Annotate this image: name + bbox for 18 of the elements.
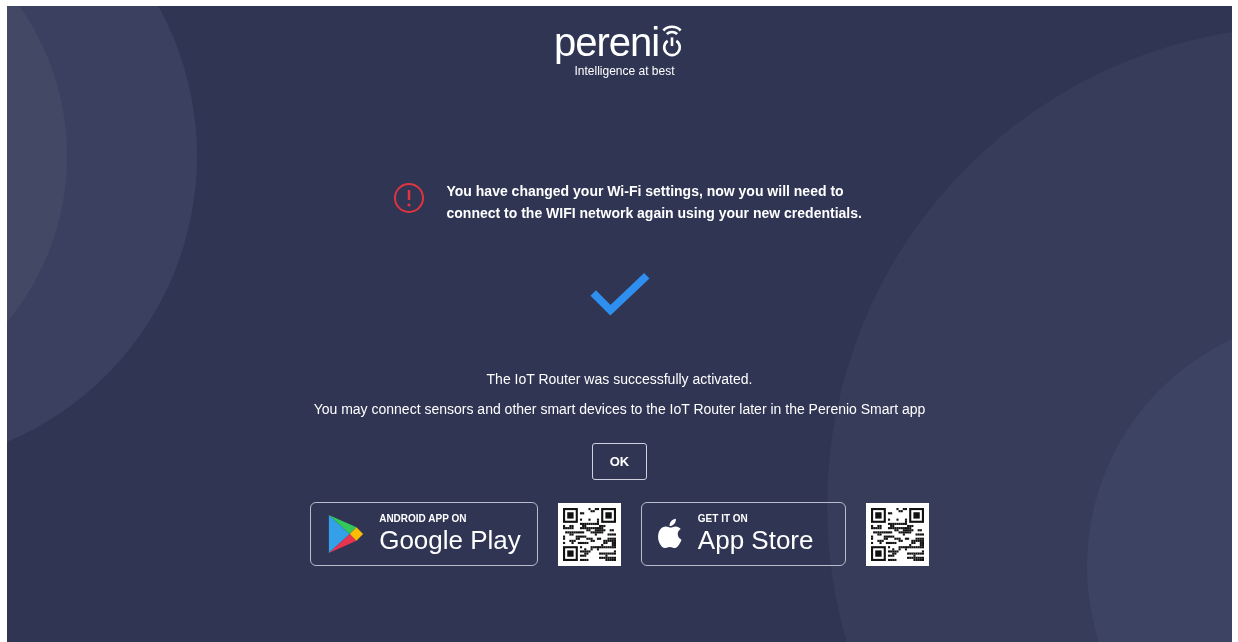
status-message: You may connect sensors and other smart devices to the IoT Router later in the Perenio Smart app	[313, 400, 926, 418]
store-badge[interactable]: ANDROID APP ON Google Play	[310, 502, 538, 566]
warning-icon	[392, 182, 425, 214]
checkmark-icon	[588, 272, 651, 316]
store-badge[interactable]: GET IT ON App Store	[640, 502, 846, 566]
play-triangle-icon	[327, 513, 366, 555]
warning-message: You have changed your Wi-Fi settings, now you will need to connect to the WIFI network again using your new credentials.	[446, 182, 863, 223]
ok-button[interactable]: OK	[591, 443, 648, 480]
qr-code	[865, 502, 929, 566]
apple-icon	[657, 518, 684, 550]
store-caption: GET IT ON	[697, 513, 749, 525]
logo-tagline: Intelligence at best	[574, 64, 675, 80]
status-message: The IoT Router was successfully activated.	[486, 370, 753, 388]
store-caption: ANDROID APP ON	[379, 513, 468, 525]
logo-wordmark: pereni	[553, 20, 660, 64]
store-name: Google Play	[379, 525, 521, 555]
store-name: App Store	[697, 525, 814, 555]
qr-code	[557, 502, 621, 566]
